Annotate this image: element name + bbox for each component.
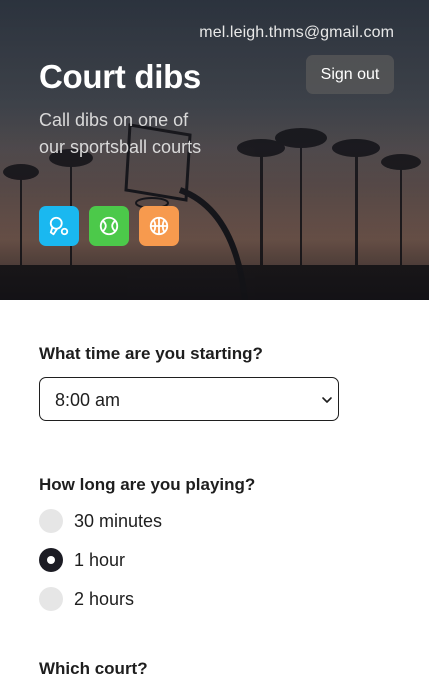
duration-option-label: 1 hour [74,549,126,570]
basketball-icon [149,216,169,236]
app-title: Court dibs [39,58,201,95]
radio-button-checked[interactable] [39,548,63,572]
duration-option-2-hours[interactable]: 2 hours [39,586,134,612]
start-time-selected-value: 8:00 am [55,390,121,410]
duration-option-1-hour[interactable]: 1 hour [39,547,125,573]
hero-banner: mel.leigh.thms@gmail.com Sign out Court … [0,0,429,300]
user-email: mel.leigh.thms@gmail.com [199,24,394,41]
start-time-label: What time are you starting? [39,344,263,363]
duration-option-label: 30 minutes [74,510,163,531]
duration-option-30-minutes[interactable]: 30 minutes [39,508,162,534]
sport-button-ping-pong[interactable] [39,206,79,246]
ping-pong-icon [49,216,69,236]
radio-button[interactable] [39,587,63,611]
start-time-select[interactable]: 8:00 am [39,377,339,421]
duration-option-label: 2 hours [74,588,135,609]
app-tagline: Call dibs on one of our sportsball court… [39,110,202,157]
sport-button-tennis[interactable] [89,206,129,246]
sport-button-basketball[interactable] [139,206,179,246]
duration-label: How long are you playing? [39,475,256,494]
court-label: Which court? [39,659,148,678]
chevron-down-icon [322,397,332,403]
tennis-ball-icon [99,216,119,236]
radio-button[interactable] [39,509,63,533]
sign-out-button[interactable]: Sign out [306,55,394,94]
